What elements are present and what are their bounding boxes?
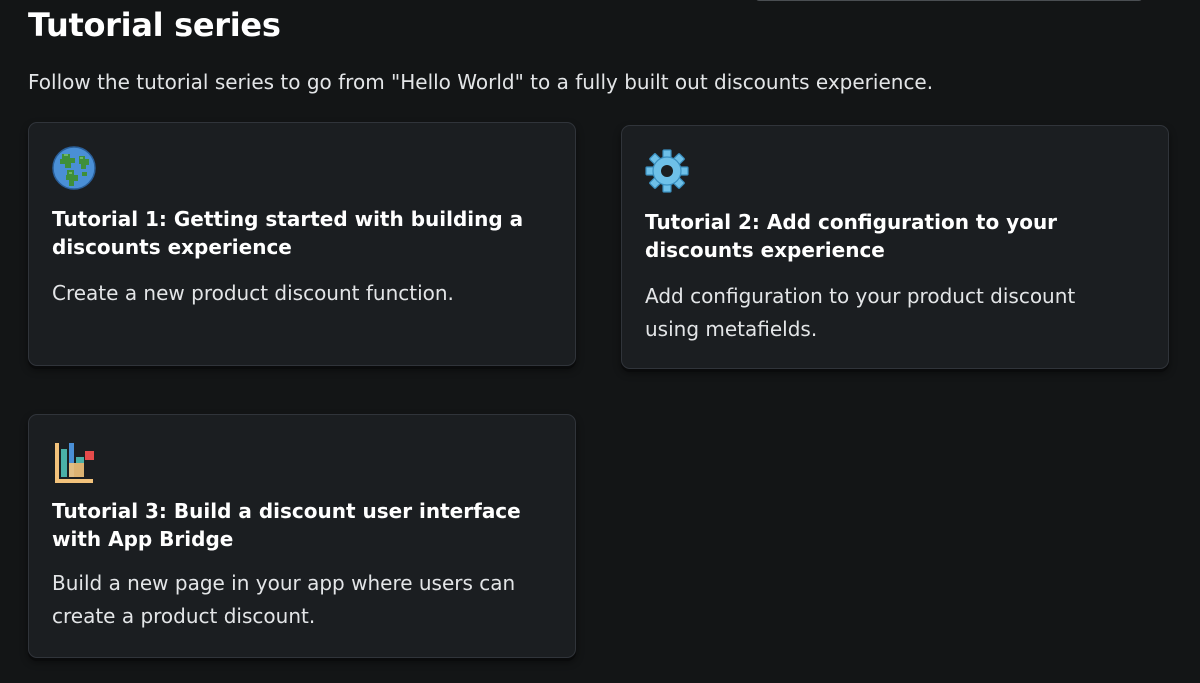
tutorial-card-1[interactable]: Tutorial 1: Getting started with buildin… bbox=[28, 122, 576, 366]
page-intro: Follow the tutorial series to go from "H… bbox=[28, 70, 934, 94]
card-title: Tutorial 2: Add configuration to your di… bbox=[645, 210, 1058, 262]
bar-chart-icon bbox=[51, 439, 97, 485]
card-title: Tutorial 1: Getting started with buildin… bbox=[52, 207, 524, 259]
tutorial-card-3[interactable]: Tutorial 3: Build a discount user interf… bbox=[28, 414, 576, 658]
top-edge-element bbox=[756, 0, 1142, 1]
tutorial-series-page: Tutorial series Follow the tutorial seri… bbox=[0, 0, 1200, 683]
globe-icon bbox=[51, 145, 97, 191]
card-description: Add configuration to your product discou… bbox=[645, 284, 1076, 341]
card-title: Tutorial 3: Build a discount user interf… bbox=[52, 499, 521, 551]
card-description: Create a new product discount function. bbox=[52, 281, 454, 305]
page-title: Tutorial series bbox=[28, 6, 281, 44]
card-description: Build a new page in your app where users… bbox=[52, 571, 516, 628]
gear-icon bbox=[644, 148, 690, 194]
tutorial-card-2[interactable]: Tutorial 2: Add configuration to your di… bbox=[621, 125, 1169, 369]
